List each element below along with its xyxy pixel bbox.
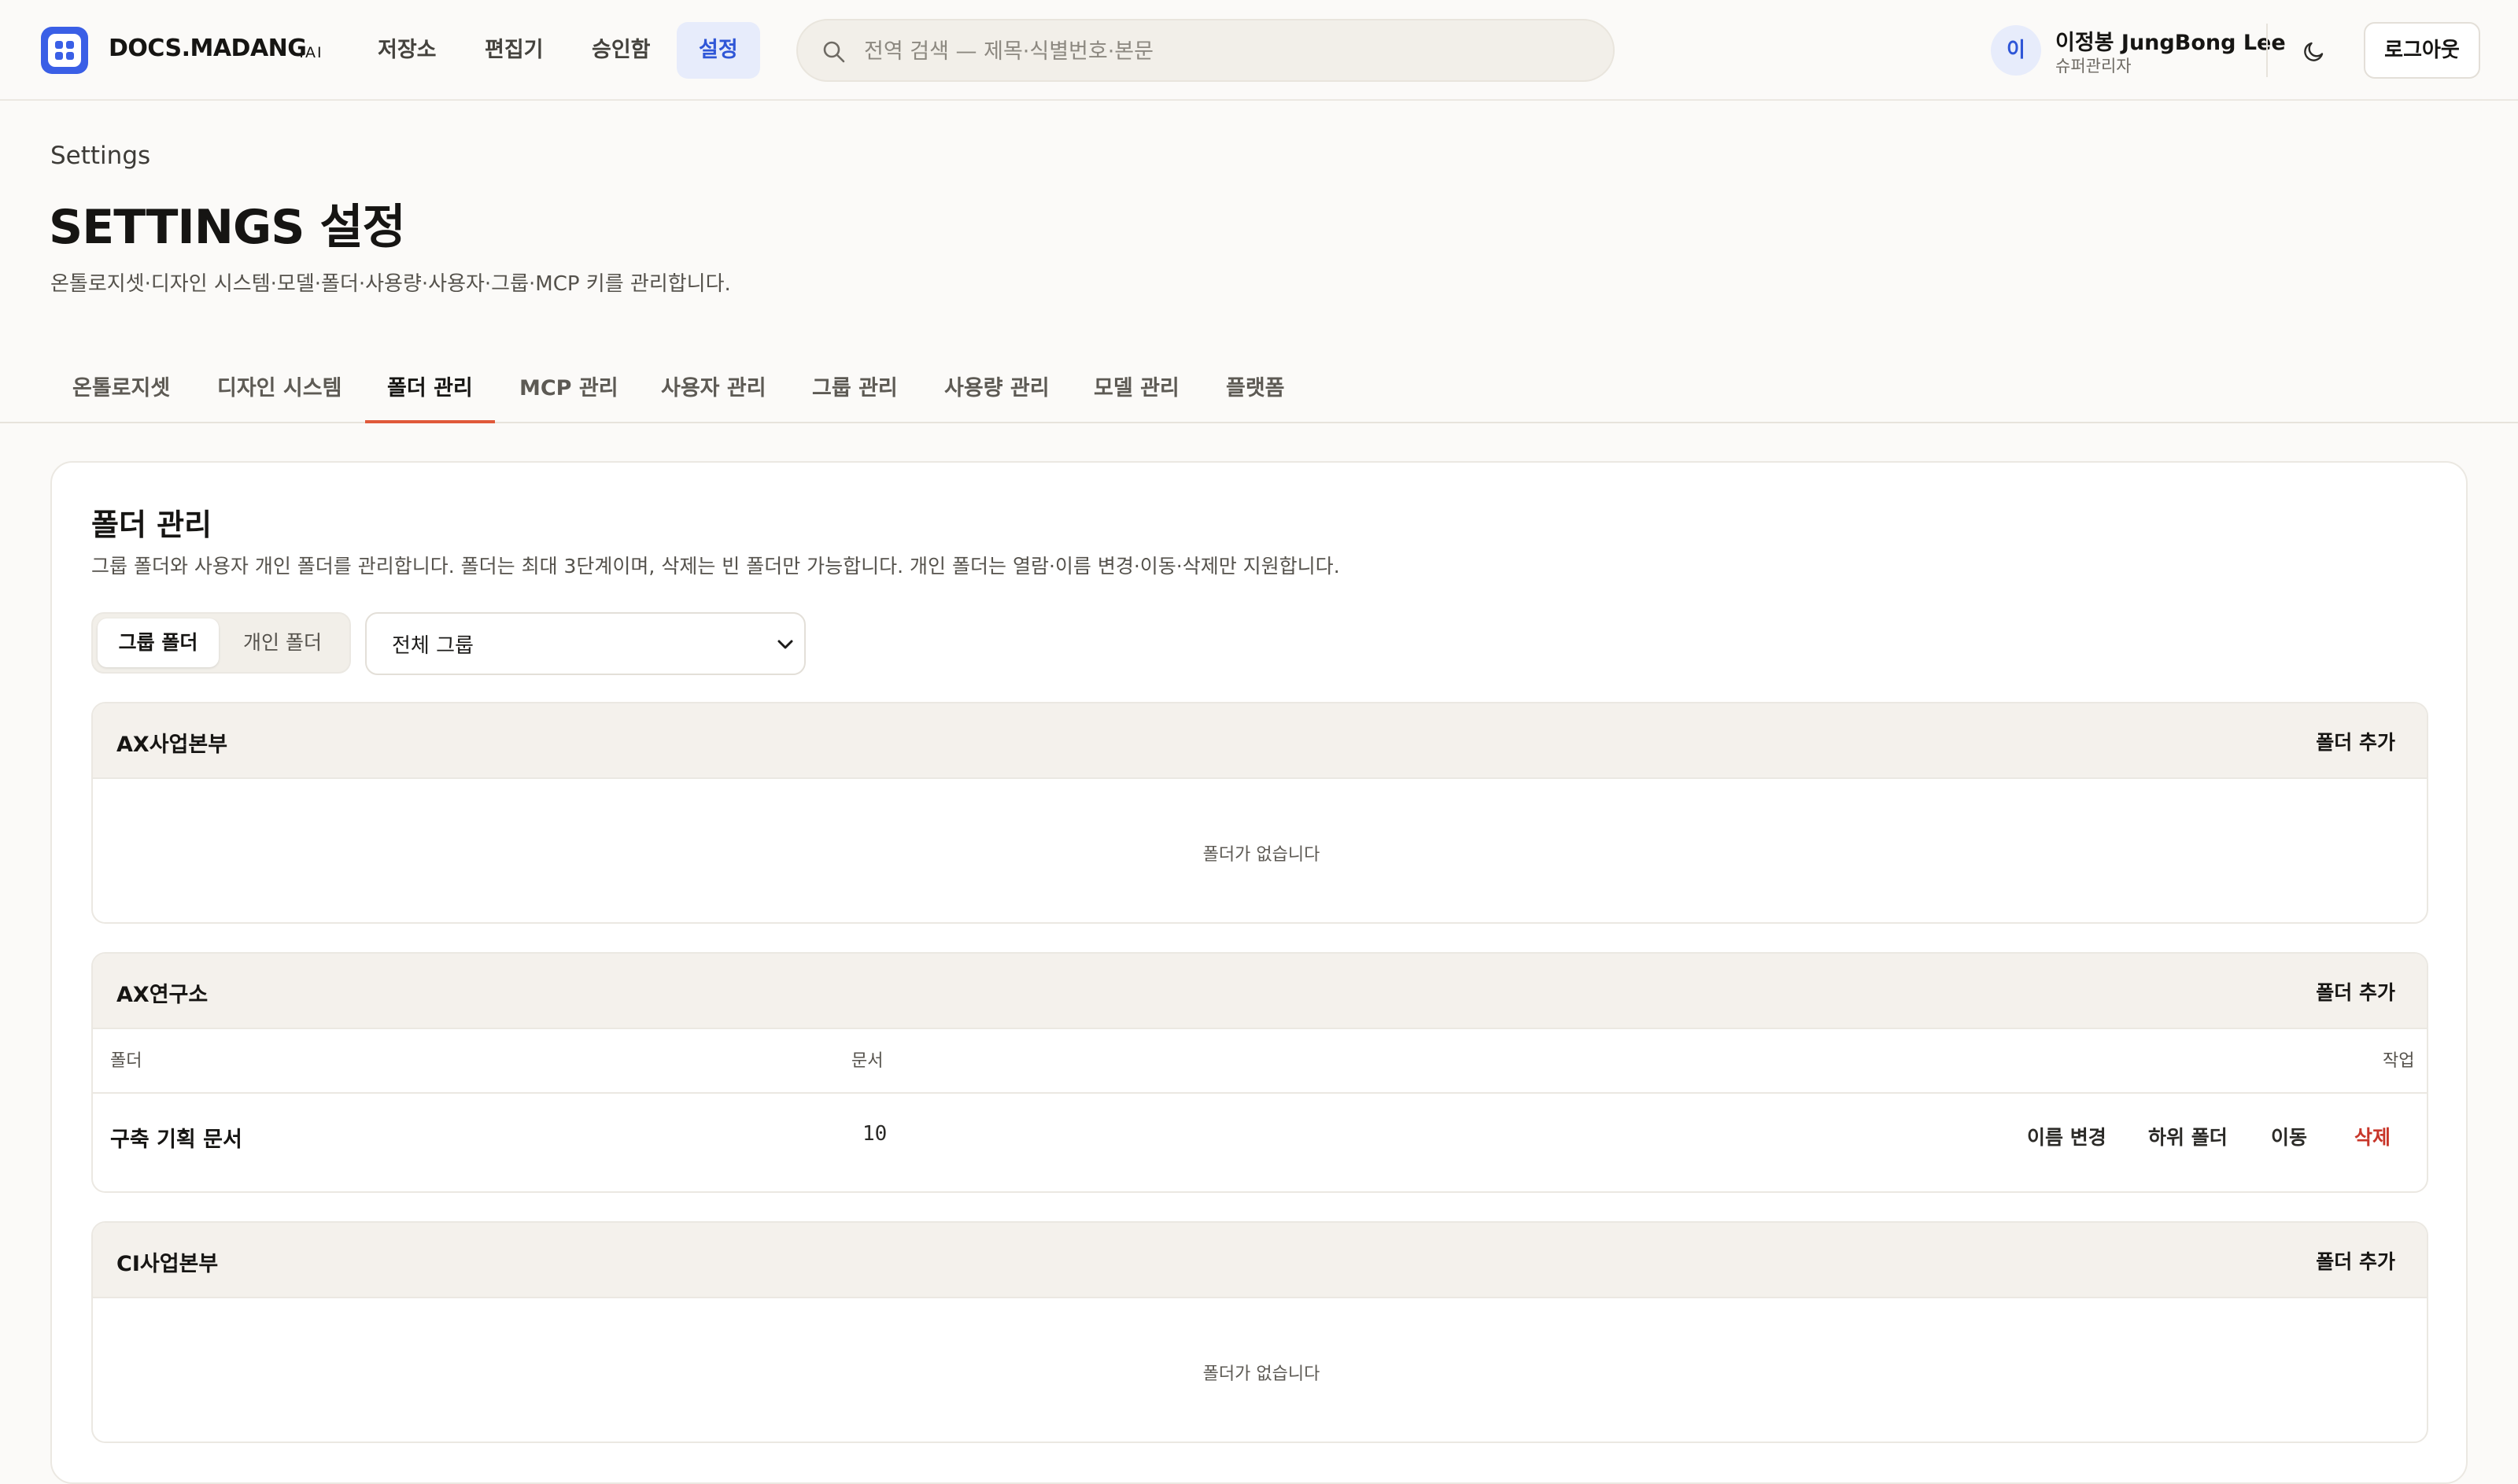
nav-approvals[interactable]: 승인함 bbox=[570, 22, 673, 79]
theme-toggle-button[interactable] bbox=[2291, 28, 2337, 74]
app-logo-icon[interactable] bbox=[41, 27, 88, 74]
global-search[interactable] bbox=[796, 19, 1615, 82]
user-name: 이정봉 JungBong Lee bbox=[2055, 31, 2286, 55]
tab-group-management[interactable]: 그룹 관리 bbox=[790, 354, 920, 423]
header-divider bbox=[2266, 24, 2268, 77]
move-folder-button[interactable]: 이동 bbox=[2271, 1122, 2307, 1150]
nav-repository[interactable]: 저장소 bbox=[356, 22, 459, 79]
table-header-divider bbox=[93, 1092, 2427, 1094]
folder-group-header: AX연구소 폴더 추가 bbox=[93, 954, 2427, 1029]
tab-folder-management[interactable]: 폴더 관리 bbox=[365, 354, 495, 423]
search-icon bbox=[823, 41, 845, 63]
settings-tabs: 온톨로지셋 디자인 시스템 폴더 관리 MCP 관리 사용자 관리 그룹 관리 … bbox=[0, 354, 2518, 423]
group-filter-value: 전체 그룹 bbox=[392, 634, 474, 658]
folder-group-name: CI사업본부 bbox=[116, 1252, 219, 1276]
folder-group-name: AX연구소 bbox=[116, 983, 209, 1007]
search-input[interactable] bbox=[864, 30, 1588, 72]
top-bar: DOCS.MADANG .AI 저장소 편집기 승인함 설정 이 이정봉 Jun… bbox=[0, 0, 2518, 101]
logout-button[interactable]: 로그아웃 bbox=[2364, 22, 2480, 79]
column-header-folder: 폴더 bbox=[110, 1051, 142, 1071]
personal-folders-segment[interactable]: 개인 폴더 bbox=[222, 618, 343, 667]
page-eyebrow: Settings bbox=[50, 142, 151, 170]
tab-model-management[interactable]: 모델 관리 bbox=[1072, 354, 1202, 423]
folder-group-name: AX사업본부 bbox=[116, 733, 228, 757]
folder-name[interactable]: 구축 기획 문서 bbox=[110, 1122, 242, 1153]
add-folder-button[interactable]: 폴더 추가 bbox=[2316, 1246, 2395, 1275]
add-folder-button[interactable]: 폴더 추가 bbox=[2316, 727, 2395, 755]
column-header-docs: 문서 bbox=[851, 1051, 884, 1071]
nav-settings[interactable]: 설정 bbox=[677, 22, 760, 79]
rename-folder-button[interactable]: 이름 변경 bbox=[2027, 1122, 2106, 1150]
group-filter-select[interactable]: 전체 그룹 bbox=[365, 612, 806, 675]
folder-type-toggle: 그룹 폴더 개인 폴더 bbox=[91, 612, 351, 674]
folder-group: AX연구소 폴더 추가 폴더 문서 작업 구축 기획 문서 10 이름 변경 하… bbox=[91, 952, 2428, 1193]
folder-management-panel: 폴더 관리 그룹 폴더와 사용자 개인 폴더를 관리합니다. 폴더는 최대 3단… bbox=[50, 461, 2468, 1484]
user-role: 슈퍼관리자 bbox=[2055, 57, 2132, 76]
page-title: SETTINGS 설정 bbox=[49, 200, 406, 255]
brand-suffix: .AI bbox=[299, 44, 323, 61]
nav-editor[interactable]: 편집기 bbox=[463, 22, 566, 79]
moon-icon bbox=[2304, 42, 2324, 61]
folder-doc-count: 10 bbox=[862, 1122, 888, 1146]
empty-folders-message: 폴더가 없습니다 bbox=[1202, 845, 1320, 865]
panel-description: 그룹 폴더와 사용자 개인 폴더를 관리합니다. 폴더는 최대 3단계이며, 삭… bbox=[91, 555, 1340, 578]
group-folders-segment[interactable]: 그룹 폴더 bbox=[98, 618, 219, 667]
panel-title: 폴더 관리 bbox=[91, 508, 212, 542]
page-description: 온톨로지셋·디자인 시스템·모델·폴더·사용량·사용자·그룹·MCP 키를 관리… bbox=[50, 272, 731, 296]
tab-mcp-management[interactable]: MCP 관리 bbox=[497, 354, 641, 423]
tab-design-system[interactable]: 디자인 시스템 bbox=[195, 354, 364, 423]
tab-platform[interactable]: 플랫폼 bbox=[1204, 354, 1307, 423]
chevron-down-icon bbox=[777, 640, 793, 649]
tab-usage-management[interactable]: 사용량 관리 bbox=[922, 354, 1072, 423]
delete-folder-button[interactable]: 삭제 bbox=[2354, 1122, 2391, 1150]
folder-group: AX사업본부 폴더 추가 폴더가 없습니다 bbox=[91, 702, 2428, 924]
brand-name[interactable]: DOCS.MADANG bbox=[109, 35, 307, 62]
folder-group-header: CI사업본부 폴더 추가 bbox=[93, 1223, 2427, 1298]
empty-folders-message: 폴더가 없습니다 bbox=[1202, 1364, 1320, 1384]
folder-group: CI사업본부 폴더 추가 폴더가 없습니다 bbox=[91, 1221, 2428, 1443]
user-avatar[interactable]: 이 bbox=[1991, 25, 2041, 76]
add-folder-button[interactable]: 폴더 추가 bbox=[2316, 977, 2395, 1006]
folder-group-header: AX사업본부 폴더 추가 bbox=[93, 703, 2427, 779]
column-header-actions: 작업 bbox=[2383, 1051, 2415, 1071]
tab-ontology-sets[interactable]: 온톨로지셋 bbox=[50, 354, 192, 423]
add-subfolder-button[interactable]: 하위 폴더 bbox=[2148, 1122, 2228, 1150]
tab-user-management[interactable]: 사용자 관리 bbox=[639, 354, 788, 423]
